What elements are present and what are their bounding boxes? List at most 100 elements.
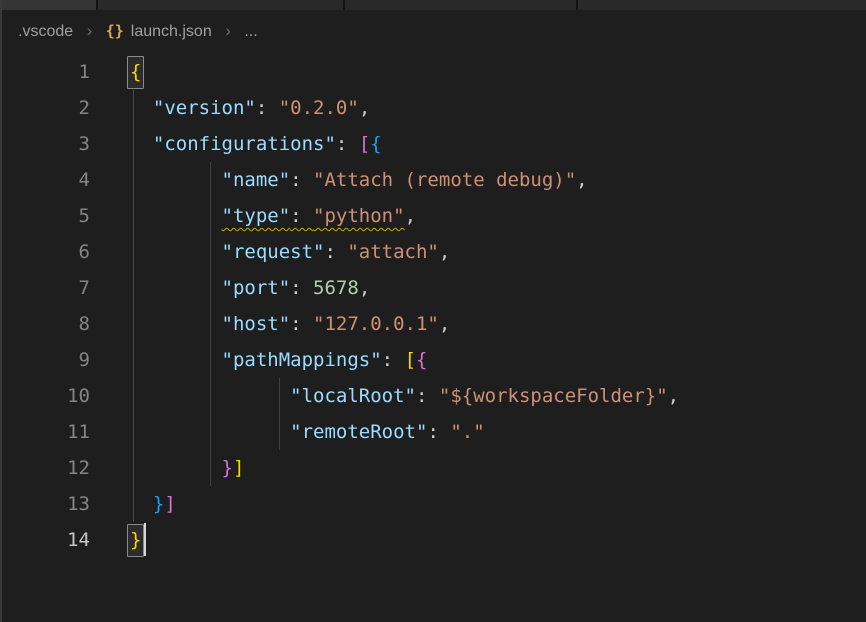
token: , [668, 385, 679, 407]
window-left-edge [0, 0, 2, 622]
code-line[interactable]: 2 "version": "0.2.0", [0, 90, 866, 126]
token: { [370, 133, 381, 155]
token: } [222, 457, 233, 479]
code-text: "remoteRoot": "." [130, 421, 485, 443]
line-number[interactable]: 8 [0, 306, 90, 342]
code-line[interactable]: 9 "pathMappings": [{ [0, 342, 866, 378]
line-number[interactable]: 10 [0, 378, 90, 414]
line-number[interactable]: 6 [0, 234, 90, 270]
token: , [439, 313, 450, 335]
token: : [324, 241, 347, 263]
indent-guide [210, 162, 211, 486]
token: "request" [222, 241, 325, 263]
tab-fragment[interactable] [578, 0, 866, 10]
breadcrumb-separator: › [225, 21, 231, 40]
token: [ [405, 349, 416, 371]
token: "port" [222, 277, 291, 299]
code-line[interactable]: 14} [0, 522, 866, 558]
tab-fragment[interactable] [0, 0, 96, 10]
code-line[interactable]: 8 "host": "127.0.0.1", [0, 306, 866, 342]
json-braces-icon: {} [106, 22, 124, 40]
code-text: }] [130, 493, 176, 515]
breadcrumb-separator: › [87, 21, 93, 40]
matched-bracket: } [127, 524, 144, 557]
token: "localRoot" [290, 385, 416, 407]
token: "remoteRoot" [290, 421, 427, 443]
code-text: "version": "0.2.0", [130, 97, 370, 119]
code-text: "port": 5678, [130, 277, 370, 299]
token: "pathMappings" [222, 349, 382, 371]
code-lines: 1{2 "version": "0.2.0",3 "configurations… [0, 54, 866, 558]
text-cursor [144, 523, 146, 556]
token: : [416, 385, 439, 407]
line-number[interactable]: 12 [0, 450, 90, 486]
token: "${workspaceFolder}" [439, 385, 668, 407]
token: "host" [222, 313, 291, 335]
code-line[interactable]: 6 "request": "attach", [0, 234, 866, 270]
line-number[interactable]: 11 [0, 414, 90, 450]
token: 5678 [313, 277, 359, 299]
line-number[interactable]: 5 [0, 198, 90, 234]
token: : [290, 313, 313, 335]
code-text: "type": "python", [130, 205, 416, 227]
tab-fragment[interactable] [345, 0, 576, 10]
token: "attach" [347, 241, 439, 263]
token: ] [233, 457, 244, 479]
code-line[interactable]: 5 "type": "python", [0, 198, 866, 234]
token: , [439, 241, 450, 263]
token: : [336, 133, 359, 155]
code-text: { [130, 61, 141, 83]
code-text: } [130, 529, 146, 551]
token: , [359, 97, 370, 119]
code-line[interactable]: 3 "configurations": [{ [0, 126, 866, 162]
token: "Attach (remote debug)" [313, 169, 576, 191]
code-line[interactable]: 12 }] [0, 450, 866, 486]
indent-guide [279, 378, 280, 450]
line-number[interactable]: 14 [0, 522, 90, 558]
editor[interactable]: 1{2 "version": "0.2.0",3 "configurations… [0, 52, 866, 622]
code-line[interactable]: 11 "remoteRoot": "." [0, 414, 866, 450]
code-text: "localRoot": "${workspaceFolder}", [130, 385, 679, 407]
breadcrumb-item-symbol[interactable]: ... [244, 23, 257, 40]
code-line[interactable]: 10 "localRoot": "${workspaceFolder}", [0, 378, 866, 414]
breadcrumb-item-file[interactable]: {} launch.json [106, 23, 212, 40]
line-number[interactable]: 1 [0, 54, 90, 90]
token: "name" [222, 169, 291, 191]
code-line[interactable]: 13 }] [0, 486, 866, 522]
token: : [290, 277, 313, 299]
matched-bracket: { [127, 56, 144, 89]
token: : [290, 205, 313, 227]
code-text: "request": "attach", [130, 241, 450, 263]
token: [ [359, 133, 370, 155]
breadcrumb-item-folder[interactable]: .vscode [18, 23, 73, 40]
token: : [256, 97, 279, 119]
tab-fragment[interactable] [98, 0, 343, 10]
token: "configurations" [153, 133, 336, 155]
token: "python" [313, 205, 405, 227]
code-text: "pathMappings": [{ [130, 349, 427, 371]
token: "type" [222, 205, 291, 227]
line-number[interactable]: 3 [0, 126, 90, 162]
code-line[interactable]: 7 "port": 5678, [0, 270, 866, 306]
indent-guide [133, 90, 134, 522]
token: , [576, 169, 587, 191]
token: ] [164, 493, 175, 515]
code-text: "name": "Attach (remote debug)", [130, 169, 588, 191]
line-number[interactable]: 7 [0, 270, 90, 306]
code-text: }] [130, 457, 244, 479]
token: "." [450, 421, 484, 443]
token: } [153, 493, 164, 515]
code-line[interactable]: 4 "name": "Attach (remote debug)", [0, 162, 866, 198]
code-text: "host": "127.0.0.1", [130, 313, 450, 335]
breadcrumb-file-label: launch.json [131, 23, 212, 40]
line-number[interactable]: 13 [0, 486, 90, 522]
line-number[interactable]: 2 [0, 90, 90, 126]
line-number[interactable]: 9 [0, 342, 90, 378]
token: "0.2.0" [279, 97, 359, 119]
code-text: "configurations": [{ [130, 133, 382, 155]
code-line[interactable]: 1{ [0, 54, 866, 90]
line-number[interactable]: 4 [0, 162, 90, 198]
token: "127.0.0.1" [313, 313, 439, 335]
token: : [290, 169, 313, 191]
token: "version" [153, 97, 256, 119]
